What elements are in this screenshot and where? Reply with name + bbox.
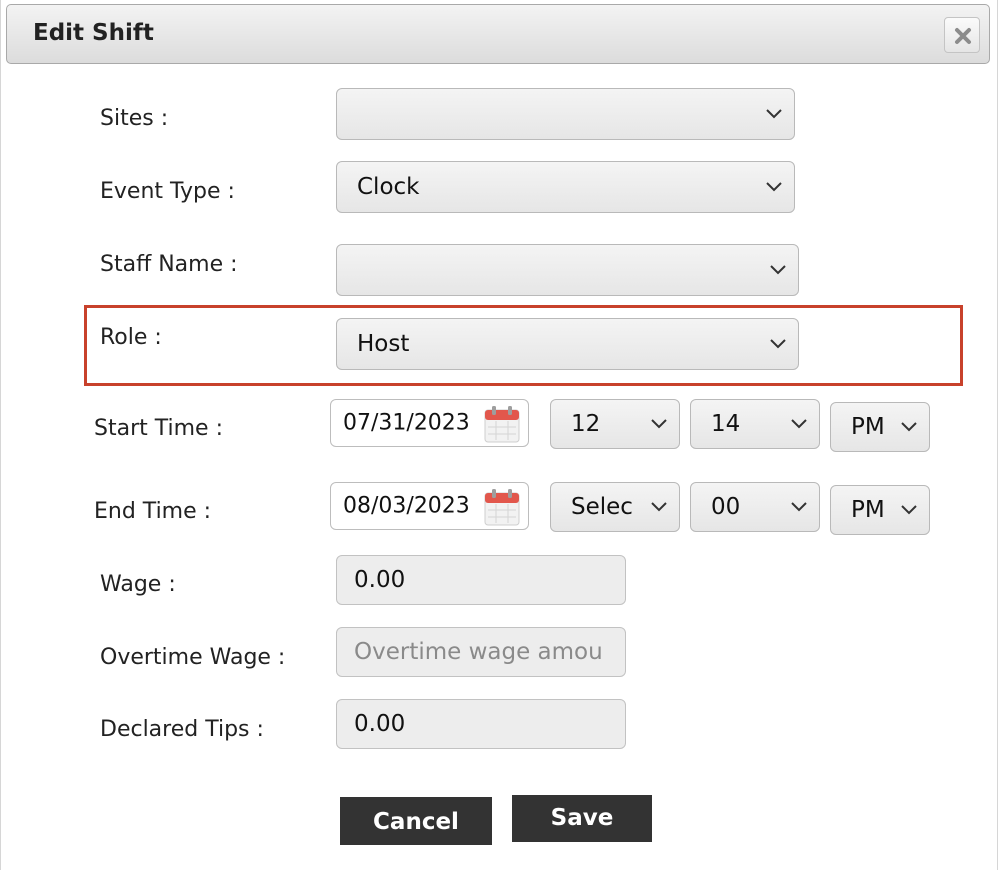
- event-type-label: Event Type :: [100, 179, 235, 204]
- start-minute-value: 14: [711, 411, 741, 437]
- declared-tips-label: Declared Tips :: [100, 717, 264, 742]
- end-ampm-select[interactable]: PM: [830, 485, 930, 535]
- chevron-down-icon: [651, 419, 667, 429]
- chevron-down-icon: [766, 182, 782, 192]
- save-button[interactable]: Save: [512, 795, 652, 842]
- chevron-down-icon: [791, 419, 807, 429]
- start-hour-value: 12: [571, 411, 601, 437]
- role-select[interactable]: Host: [336, 318, 799, 370]
- wage-label: Wage :: [100, 572, 176, 597]
- end-date-input[interactable]: 08/03/2023: [330, 482, 529, 530]
- role-value: Host: [357, 331, 410, 357]
- start-ampm-value: PM: [851, 414, 885, 440]
- start-time-label: Start Time :: [94, 416, 223, 441]
- start-hour-select[interactable]: 12: [550, 399, 680, 449]
- sites-label: Sites :: [100, 106, 169, 131]
- calendar-icon[interactable]: [484, 488, 520, 526]
- declared-tips-value: 0.00: [354, 711, 406, 737]
- event-type-select[interactable]: Clock: [336, 161, 795, 213]
- chevron-down-icon: [651, 502, 667, 512]
- overtime-wage-label: Overtime Wage :: [100, 645, 286, 670]
- overtime-wage-input[interactable]: Overtime wage amou: [336, 627, 626, 677]
- end-hour-value: Selec: [571, 494, 633, 520]
- end-time-label: End Time :: [94, 499, 212, 524]
- event-type-value: Clock: [357, 174, 420, 200]
- calendar-icon[interactable]: [484, 405, 520, 443]
- staff-name-label: Staff Name :: [100, 252, 238, 277]
- end-ampm-value: PM: [851, 497, 885, 523]
- close-icon: [955, 28, 971, 44]
- dialog-title: Edit Shift: [33, 20, 154, 46]
- chevron-down-icon: [901, 422, 917, 432]
- start-date-value: 07/31/2023: [343, 410, 470, 436]
- start-minute-select[interactable]: 14: [690, 399, 820, 449]
- chevron-down-icon: [791, 502, 807, 512]
- end-minute-value: 00: [711, 494, 741, 520]
- start-date-input[interactable]: 07/31/2023: [330, 399, 529, 447]
- cancel-button[interactable]: Cancel: [340, 797, 492, 845]
- close-button[interactable]: [944, 17, 980, 53]
- wage-value: 0.00: [354, 567, 406, 593]
- role-label: Role :: [100, 325, 162, 350]
- declared-tips-input[interactable]: 0.00: [336, 699, 626, 749]
- chevron-down-icon: [770, 339, 786, 349]
- chevron-down-icon: [901, 505, 917, 515]
- sites-select[interactable]: [336, 88, 795, 140]
- start-ampm-select[interactable]: PM: [830, 402, 930, 452]
- end-hour-select[interactable]: Selec: [550, 482, 680, 532]
- staff-name-select[interactable]: [336, 244, 799, 296]
- wage-input[interactable]: 0.00: [336, 555, 626, 605]
- dialog-titlebar: Edit Shift: [6, 4, 990, 64]
- chevron-down-icon: [766, 109, 782, 119]
- end-minute-select[interactable]: 00: [690, 482, 820, 532]
- edit-shift-dialog: Edit Shift Sites : Event Type : Clock St…: [0, 0, 998, 870]
- end-date-value: 08/03/2023: [343, 493, 470, 519]
- chevron-down-icon: [770, 265, 786, 275]
- overtime-wage-placeholder: Overtime wage amou: [354, 639, 603, 665]
